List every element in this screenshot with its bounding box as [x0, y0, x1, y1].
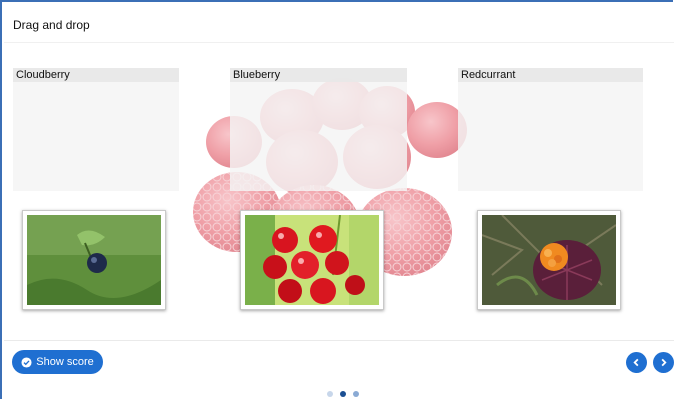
page-dot-3[interactable] [353, 391, 359, 397]
title-divider [4, 42, 674, 43]
redcurrant-photo [245, 215, 379, 305]
draggable-cloudberry-image[interactable] [477, 210, 621, 310]
next-button[interactable] [653, 352, 674, 373]
cloudberry-photo [482, 215, 616, 305]
drop-zone-blueberry[interactable]: Blueberry [230, 68, 407, 191]
footer-divider [4, 340, 674, 341]
page-dot-2[interactable] [340, 391, 346, 397]
page-dot-1[interactable] [327, 391, 333, 397]
content-frame: Drag and drop Cloudberry Blueberry Redcu… [0, 0, 674, 399]
chevron-right-icon [661, 358, 667, 367]
draggable-redcurrant-image[interactable] [240, 210, 384, 310]
blueberry-photo [27, 215, 161, 305]
previous-button[interactable] [626, 352, 647, 373]
show-score-button[interactable]: Show score [12, 350, 103, 374]
check-circle-icon [21, 356, 32, 368]
drop-zone-cloudberry[interactable]: Cloudberry [13, 68, 179, 191]
drop-zone-label: Blueberry [230, 68, 407, 82]
chevron-left-icon [633, 358, 639, 367]
drop-zone-redcurrant[interactable]: Redcurrant [458, 68, 643, 191]
page-title: Drag and drop [13, 18, 90, 32]
draggable-blueberry-image[interactable] [22, 210, 166, 310]
show-score-label: Show score [36, 356, 94, 368]
pagination-dots [327, 391, 359, 397]
drop-zone-label: Cloudberry [13, 68, 179, 82]
drop-zone-label: Redcurrant [458, 68, 643, 82]
